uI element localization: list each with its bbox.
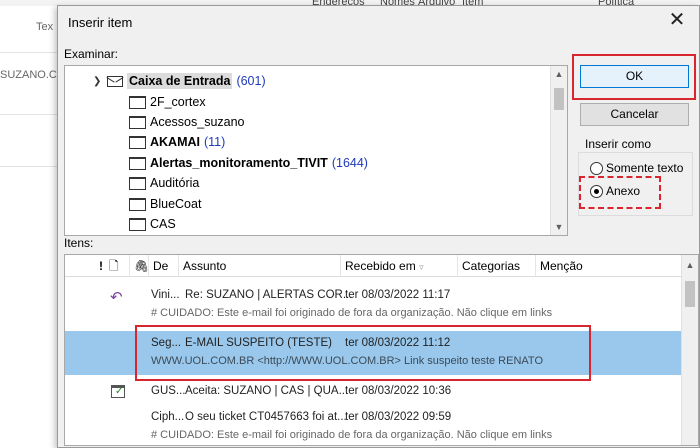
from-column-header[interactable]: De [148, 255, 168, 277]
folder-label: Caixa de Entrada [127, 73, 233, 89]
folder-item[interactable]: 2F_cortex [129, 92, 206, 112]
scroll-down-icon[interactable]: ▼ [551, 219, 567, 235]
received-column-header[interactable]: Recebido em ▿ [340, 255, 460, 277]
received-label: Recebido em [345, 259, 416, 273]
background-text: SUZANO.C [0, 69, 57, 81]
folder-item[interactable]: BlueCoat [129, 194, 201, 214]
message-row[interactable]: GUS... Aceita: SUZANO | CAS | QUA... ter… [65, 379, 682, 403]
folder-icon [129, 197, 146, 211]
folder-icon [129, 156, 146, 170]
folder-item[interactable]: CAS [129, 214, 176, 234]
message-received: ter 08/03/2022 10:36 [345, 385, 452, 397]
scroll-up-icon[interactable]: ▲ [551, 66, 567, 82]
cancel-button[interactable]: Cancelar [580, 103, 689, 126]
folder-icon [129, 176, 146, 190]
message-row[interactable]: ↶ Vini... Re: SUZANO | ALERTAS COR... te… [65, 283, 682, 327]
items-scrollbar[interactable]: ▲ [681, 255, 698, 445]
folder-icon [129, 217, 146, 231]
radio-icon[interactable] [590, 161, 603, 175]
message-received: ter 08/03/2022 11:17 [345, 289, 451, 301]
radio-label: Somente texto [606, 161, 684, 175]
message-received: ter 08/03/2022 09:59 [345, 411, 452, 423]
radio-label: Anexo [606, 184, 641, 198]
mention-column-header[interactable]: Menção [535, 255, 682, 277]
reply-icon: ↶ [110, 289, 123, 306]
folder-label: Auditória [150, 176, 200, 190]
folder-tree[interactable]: ❯ Caixa de Entrada (601) 2F_cortex Acess… [64, 65, 568, 236]
folder-label: BlueCoat [150, 197, 202, 211]
unread-count: (11) [204, 135, 226, 149]
message-row[interactable]: Ciph... O seu ticket CT0457663 foi at...… [65, 405, 682, 445]
background-text: Tex [36, 21, 54, 33]
message-subject: Re: SUZANO | ALERTAS COR... [185, 289, 353, 301]
scrollbar-thumb[interactable] [554, 88, 564, 110]
folder-item[interactable]: AKAMAI (11) [129, 132, 225, 152]
folder-label: Acessos_suzano [150, 115, 245, 129]
message-preview: # CUIDADO: Este e-mail foi originado de … [151, 307, 553, 319]
folder-label: Alertas_monitoramento_TIVIT [150, 156, 328, 170]
folder-item[interactable]: Auditória [129, 173, 199, 193]
message-from: GUS... [151, 385, 186, 397]
scrollbar-thumb[interactable] [685, 281, 695, 307]
subject-column-header[interactable]: Assunto [178, 255, 226, 277]
items-list[interactable]: ! 🗋 🖇 De Assunto Recebido em ▿ Categoria… [64, 254, 699, 446]
folder-item[interactable]: Alertas_monitoramento_TIVIT (1644) [129, 153, 368, 173]
folder-label: CAS [150, 217, 176, 231]
folder-icon [129, 135, 146, 149]
folder-label: AKAMAI [150, 135, 200, 149]
radio-text-only[interactable]: Somente texto [590, 161, 683, 175]
radio-selected-icon[interactable] [590, 184, 603, 198]
column-header: ! 🗋 🖇 De Assunto Recebido em ▿ Categoria… [65, 255, 682, 277]
folder-icon [129, 95, 146, 109]
importance-column-icon[interactable]: ! [95, 255, 103, 277]
close-button[interactable]: ✕ [665, 8, 689, 32]
sort-icon: ▿ [419, 262, 424, 272]
message-subject: O seu ticket CT0457663 foi at... [185, 411, 347, 423]
dialog-title: Inserir item [68, 15, 133, 30]
ok-button[interactable]: OK [580, 65, 689, 88]
highlight-box [135, 325, 591, 381]
scroll-up-icon[interactable]: ▲ [682, 257, 698, 273]
message-preview: # CUIDADO: Este e-mail foi originado de … [151, 429, 553, 441]
folder-label: 2F_cortex [150, 95, 206, 109]
attachment-column-icon[interactable]: 🖇 [129, 255, 149, 277]
itens-label: Itens: [64, 236, 94, 250]
insert-item-dialog: Inserir item ✕ Examinar: ❯ Caixa de Entr… [57, 5, 700, 448]
radio-attachment[interactable]: Anexo [590, 184, 640, 198]
insert-as-legend: Inserir como [585, 137, 652, 151]
type-column-icon[interactable]: 🗋 [105, 255, 119, 277]
examinar-label: Examinar: [64, 47, 119, 61]
message-subject: Aceita: SUZANO | CAS | QUA... [185, 385, 349, 397]
tree-scrollbar[interactable]: ▲ ▼ [550, 66, 567, 235]
message-from: Ciph... [151, 411, 185, 423]
categories-column-header[interactable]: Categorias [457, 255, 520, 277]
folder-icon [129, 115, 146, 129]
folder-item-inbox[interactable]: ❯ Caixa de Entrada (601) [93, 71, 266, 91]
inbox-icon [107, 75, 123, 87]
folder-item[interactable]: Acessos_suzano [129, 112, 245, 132]
message-from: Vini... [151, 289, 180, 301]
unread-count: (601) [236, 74, 266, 88]
unread-count: (1644) [331, 156, 368, 170]
background-message-list: Tex SUZANO.C [0, 6, 62, 448]
meeting-accepted-icon [111, 385, 125, 398]
chevron-down-icon[interactable]: ❯ [93, 76, 105, 87]
